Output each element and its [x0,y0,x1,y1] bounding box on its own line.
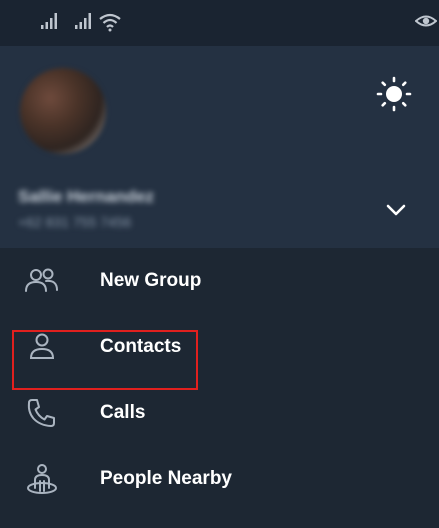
menu-item-label: New Group [100,270,202,291]
sun-icon[interactable] [376,76,412,112]
person-icon [29,333,55,359]
group-icon [25,268,58,292]
menu-item-label: People Nearby [100,468,232,489]
menu-item-people-nearby[interactable]: People Nearby [0,446,439,512]
avatar[interactable] [20,68,106,154]
wifi-icon [99,13,121,32]
menu-item-contacts[interactable]: Contacts [0,314,439,380]
menu-item-new-group[interactable]: New Group [0,248,439,314]
menu-item-label: Calls [100,402,146,423]
chevron-down-icon[interactable] [382,196,410,224]
phone-icon [27,399,55,427]
signal-icon [41,13,57,29]
menu-item-label: Contacts [100,336,182,357]
user-name: Sallie Hernandez [18,187,155,206]
eye-icon [415,15,437,27]
menu-item-calls[interactable]: Calls [0,380,439,446]
drawer-header: Sallie Hernandez +62 831 755 7456 [0,46,439,248]
signal-icon [75,13,91,29]
people-nearby-icon [27,464,57,494]
user-phone: +62 831 755 7456 [18,214,132,230]
drawer-menu: New Group Contacts Calls People Nearby [0,248,439,512]
status-bar [0,0,439,46]
